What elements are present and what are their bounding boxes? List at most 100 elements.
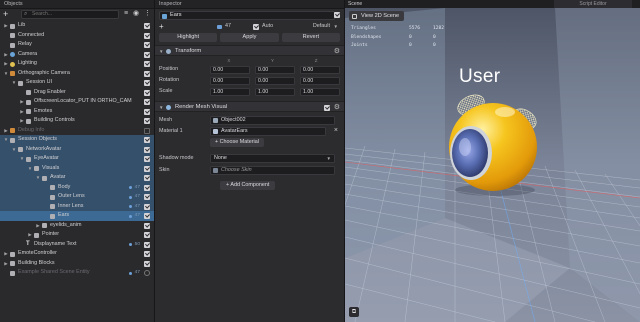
render-mesh-enabled-checkbox[interactable] bbox=[324, 104, 330, 111]
chevron-down-icon[interactable]: ▼ bbox=[11, 145, 17, 155]
enabled-checkbox[interactable] bbox=[144, 194, 150, 200]
enabled-checkbox[interactable] bbox=[144, 251, 150, 257]
enabled-checkbox[interactable] bbox=[144, 213, 150, 219]
collapse-arrow-icon[interactable]: ▼ bbox=[159, 102, 163, 113]
chevron-right-icon[interactable]: ▶ bbox=[3, 249, 9, 259]
enabled-checkbox[interactable] bbox=[144, 51, 150, 58]
chevron-down-icon[interactable]: ▼ bbox=[19, 154, 25, 164]
add-layer-icon[interactable]: + bbox=[159, 22, 164, 31]
tree-item[interactable]: ▼ Session Objects bbox=[0, 135, 154, 145]
tree-item[interactable]: ▶ Building Controls bbox=[0, 116, 154, 126]
transform-section-header[interactable]: ▼ Transform ⚙ bbox=[155, 45, 344, 56]
enabled-checkbox[interactable] bbox=[144, 260, 150, 267]
enabled-checkbox[interactable] bbox=[144, 89, 150, 96]
add-component-button[interactable]: + Add Component bbox=[220, 181, 276, 190]
collapse-arrow-icon[interactable]: ▼ bbox=[159, 46, 163, 57]
remove-material-icon[interactable]: × bbox=[334, 126, 338, 136]
enabled-checkbox[interactable] bbox=[144, 270, 150, 276]
chevron-right-icon[interactable]: ▶ bbox=[3, 59, 9, 69]
chevron-down-icon[interactable]: ▼ bbox=[11, 78, 17, 88]
tree-item[interactable]: Body 47 bbox=[0, 182, 154, 192]
enabled-checkbox[interactable] bbox=[144, 232, 150, 238]
chevron-down-icon[interactable]: ▼ bbox=[3, 135, 9, 145]
rotation-z-field[interactable]: 0.00 bbox=[300, 76, 340, 85]
tree-item[interactable]: ▼ Avatar bbox=[0, 173, 154, 183]
objects-search[interactable]: ⌕ bbox=[21, 10, 119, 19]
object-enabled-checkbox[interactable] bbox=[334, 12, 340, 18]
rotation-y-field[interactable]: 0.00 bbox=[255, 76, 295, 85]
chevron-right-icon[interactable]: ▶ bbox=[3, 126, 9, 136]
rotation-x-field[interactable]: 0.00 bbox=[210, 76, 250, 85]
tab-scene[interactable]: Scene bbox=[348, 0, 362, 8]
gear-icon[interactable]: ⚙ bbox=[334, 102, 340, 113]
chevron-right-icon[interactable]: ▶ bbox=[27, 230, 33, 240]
chevron-right-icon[interactable]: ▶ bbox=[19, 116, 25, 126]
mesh-field[interactable]: Object002 bbox=[210, 115, 335, 125]
position-x-field[interactable]: 0.00 bbox=[210, 65, 250, 74]
apply-button[interactable]: Apply bbox=[220, 33, 279, 42]
chevron-right-icon[interactable]: ▶ bbox=[19, 107, 25, 117]
enabled-checkbox[interactable] bbox=[144, 70, 150, 77]
tree-item[interactable]: ▼ Visuals bbox=[0, 163, 154, 174]
scale-x-field[interactable]: 1.00 bbox=[210, 87, 250, 96]
tree-item[interactable]: ▶ Emotes bbox=[0, 107, 154, 117]
shadow-mode-select[interactable]: None ▼ bbox=[210, 153, 335, 163]
enabled-checkbox[interactable] bbox=[144, 61, 150, 67]
position-y-field[interactable]: 0.00 bbox=[255, 65, 295, 74]
add-object-icon[interactable]: + bbox=[3, 10, 8, 19]
enabled-checkbox[interactable] bbox=[144, 203, 150, 210]
gear-icon[interactable]: ⚙ bbox=[334, 46, 340, 57]
enabled-checkbox[interactable] bbox=[144, 80, 150, 86]
tree-item[interactable]: ▶ Lib bbox=[0, 21, 154, 31]
enabled-checkbox[interactable] bbox=[144, 146, 150, 153]
scene-settings-icon[interactable]: ⧉ bbox=[349, 307, 359, 317]
highlight-button[interactable]: Highlight bbox=[159, 33, 218, 42]
chevron-right-icon[interactable]: ▶ bbox=[19, 97, 25, 107]
scale-z-field[interactable]: 1.00 bbox=[300, 87, 340, 96]
revert-button[interactable]: Revert bbox=[281, 33, 340, 42]
tree-item[interactable]: Connected bbox=[0, 31, 154, 41]
scale-y-field[interactable]: 1.00 bbox=[255, 87, 295, 96]
enabled-checkbox[interactable] bbox=[144, 42, 150, 48]
chevron-right-icon[interactable]: ▶ bbox=[3, 259, 9, 269]
position-z-field[interactable]: 0.00 bbox=[300, 65, 340, 74]
tree-item[interactable]: Example Shared Scene Entity 47 bbox=[0, 268, 154, 278]
enabled-checkbox[interactable] bbox=[144, 108, 150, 115]
chevron-down-icon[interactable]: ▼ bbox=[35, 173, 41, 183]
enabled-checkbox[interactable] bbox=[144, 241, 150, 248]
tree-item[interactable]: ▼ Orthographic Camera bbox=[0, 69, 154, 79]
enabled-checkbox[interactable] bbox=[144, 23, 150, 29]
enabled-checkbox[interactable] bbox=[144, 175, 150, 181]
scene-panel[interactable]: Scene Script Editor View 2D Scene Triang… bbox=[345, 0, 640, 322]
enabled-checkbox[interactable] bbox=[144, 137, 150, 143]
enabled-checkbox[interactable] bbox=[144, 165, 150, 172]
tree-item[interactable]: Inner Lens 47 bbox=[0, 201, 154, 211]
more-options-icon[interactable]: ⋮ bbox=[144, 10, 151, 18]
tree-item[interactable]: ▶ Building Blocks bbox=[0, 259, 154, 269]
objects-search-input[interactable] bbox=[32, 11, 112, 17]
render-mesh-section-header[interactable]: ▼ Render Mesh Visual ⚙ bbox=[155, 101, 344, 112]
enabled-checkbox[interactable] bbox=[144, 156, 150, 162]
layer-number[interactable]: 47 bbox=[225, 22, 231, 31]
choose-material-button[interactable]: + Choose Material bbox=[210, 138, 264, 147]
tree-item[interactable]: ▶ Lighting bbox=[0, 59, 154, 69]
tree-item[interactable]: ▼ Session UI bbox=[0, 78, 154, 88]
enabled-checkbox[interactable] bbox=[144, 222, 150, 229]
scene-viewport[interactable] bbox=[345, 8, 640, 322]
chevron-right-icon[interactable]: ▶ bbox=[35, 221, 41, 231]
enabled-checkbox[interactable] bbox=[144, 99, 150, 105]
skin-field[interactable]: Choose Skin bbox=[210, 165, 335, 175]
tree-item[interactable]: ▶ Debug Info bbox=[0, 126, 154, 136]
chevron-down-icon[interactable]: ▼ bbox=[334, 22, 338, 31]
enabled-checkbox[interactable] bbox=[144, 118, 150, 124]
tree-item[interactable]: ▼ EyeAvatar bbox=[0, 154, 154, 164]
material-field[interactable]: AvatarEars bbox=[210, 126, 326, 136]
tree-item[interactable]: T Displayname Text 50 bbox=[0, 240, 154, 250]
chevron-down-icon[interactable]: ▼ bbox=[27, 164, 33, 174]
tree-item[interactable]: ▶ Pointer bbox=[0, 230, 154, 240]
enabled-checkbox[interactable] bbox=[144, 32, 150, 39]
tree-item[interactable]: Relay bbox=[0, 40, 154, 50]
default-label[interactable]: Default bbox=[313, 22, 330, 31]
tree-item[interactable]: Ears 47 bbox=[0, 211, 154, 221]
chevron-down-icon[interactable]: ▼ bbox=[3, 69, 9, 79]
